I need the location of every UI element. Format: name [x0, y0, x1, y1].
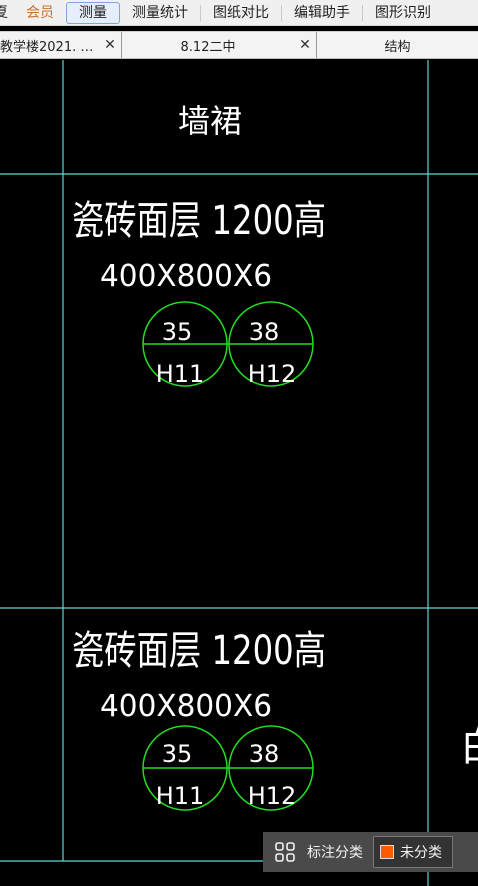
tab-teaching-building[interactable]: 教学楼2021. … ✕: [0, 32, 122, 58]
menu-item-shape-recognition[interactable]: 图形识别: [363, 2, 443, 24]
circle-bottom-label: H11: [156, 782, 205, 810]
category-grid-icon[interactable]: [263, 832, 307, 872]
drawing-canvas[interactable]: 墙裙 瓷砖面层 1200高 400X800X6 35 H11 38 H12 瓷砖…: [0, 60, 478, 886]
menu-item-measure-stats[interactable]: 测量统计: [120, 2, 200, 24]
tab-label: 教学楼2021. …: [0, 39, 94, 55]
uncategorized-button[interactable]: 未分类: [373, 836, 453, 868]
circle-bottom-label: H12: [248, 782, 297, 810]
tab-structure[interactable]: 结构: [317, 32, 478, 58]
tab-812-school[interactable]: 8.12二中 ✕: [122, 32, 317, 58]
finish-title: 瓷砖面层 1200高: [72, 198, 326, 244]
finish-title: 瓷砖面层 1200高: [72, 628, 326, 674]
circle-top-label: 38: [249, 318, 280, 346]
document-tab-bar: 教学楼2021. … ✕ 8.12二中 ✕ 结构: [0, 31, 478, 59]
menu-bar: 夏 会员 测量 测量统计 图纸对比 编辑助手 图形识别: [0, 0, 478, 26]
finish-block-2: 瓷砖面层 1200高 400X800X6 35 H11 38 H12: [72, 628, 326, 811]
close-icon[interactable]: ✕: [294, 37, 316, 53]
circle-bottom-label: H11: [156, 360, 205, 388]
grid-lines: [0, 60, 478, 886]
cad-drawing[interactable]: 墙裙 瓷砖面层 1200高 400X800X6 35 H11 38 H12 瓷砖…: [0, 60, 478, 886]
menu-item-member[interactable]: 会员: [14, 2, 66, 24]
tab-label: 8.12二中: [180, 39, 236, 55]
circle-top-label: 35: [162, 318, 193, 346]
color-swatch: [380, 845, 394, 859]
close-icon[interactable]: ✕: [99, 37, 121, 53]
annotation-category-label: 标注分类: [307, 845, 363, 861]
circle-top-label: 35: [162, 740, 193, 768]
finish-size: 400X800X6: [100, 689, 272, 724]
menu-item-drawing-compare[interactable]: 图纸对比: [201, 2, 281, 24]
menu-item-partial[interactable]: 夏: [0, 2, 14, 24]
annotation-category-panel: 标注分类 未分类: [263, 832, 478, 872]
uncategorized-label: 未分类: [400, 845, 442, 861]
header-text: 墙裙: [178, 102, 242, 140]
tab-label: 结构: [384, 39, 411, 55]
menu-item-edit-assistant[interactable]: 编辑助手: [282, 2, 362, 24]
circle-bottom-label: H12: [248, 360, 297, 388]
finish-size: 400X800X6: [100, 259, 272, 294]
partial-text: 白: [460, 724, 478, 770]
finish-block-1: 瓷砖面层 1200高 400X800X6 35 H11 38 H12: [72, 198, 326, 388]
menu-item-measure[interactable]: 测量: [66, 1, 120, 24]
circle-top-label: 38: [249, 740, 280, 768]
